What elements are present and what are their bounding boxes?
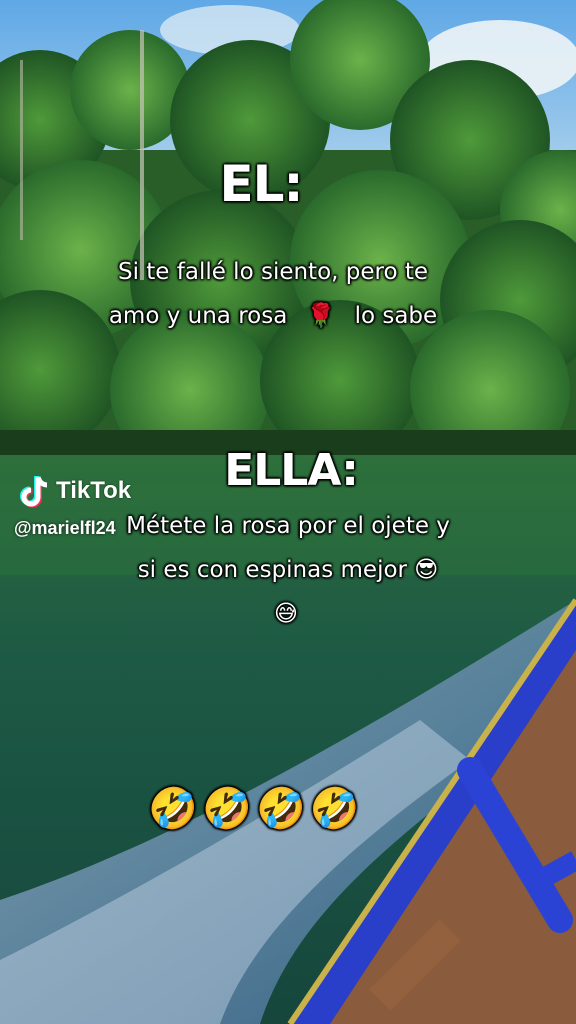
heading-him: EL: — [219, 155, 303, 213]
heading-her: ELLA: — [224, 445, 359, 496]
rose-emoji: 🌹 — [306, 303, 336, 329]
her-line-3: 😅 — [274, 601, 298, 627]
her-line-2: si es con espinas mejor 😎 — [137, 557, 439, 583]
laughing-emoji-row: 🤣🤣🤣🤣 — [148, 786, 364, 832]
him-line-1: Si te fallé lo siento, pero te — [117, 259, 429, 285]
her-line-1: Métete la rosa por el ojete y — [126, 513, 450, 539]
him-line-2-end: lo sabe — [354, 303, 438, 329]
him-line-2-start: amo y una rosa — [108, 303, 288, 329]
him-line-2: amo y una rosa 🌹 lo sabe — [0, 294, 546, 338]
